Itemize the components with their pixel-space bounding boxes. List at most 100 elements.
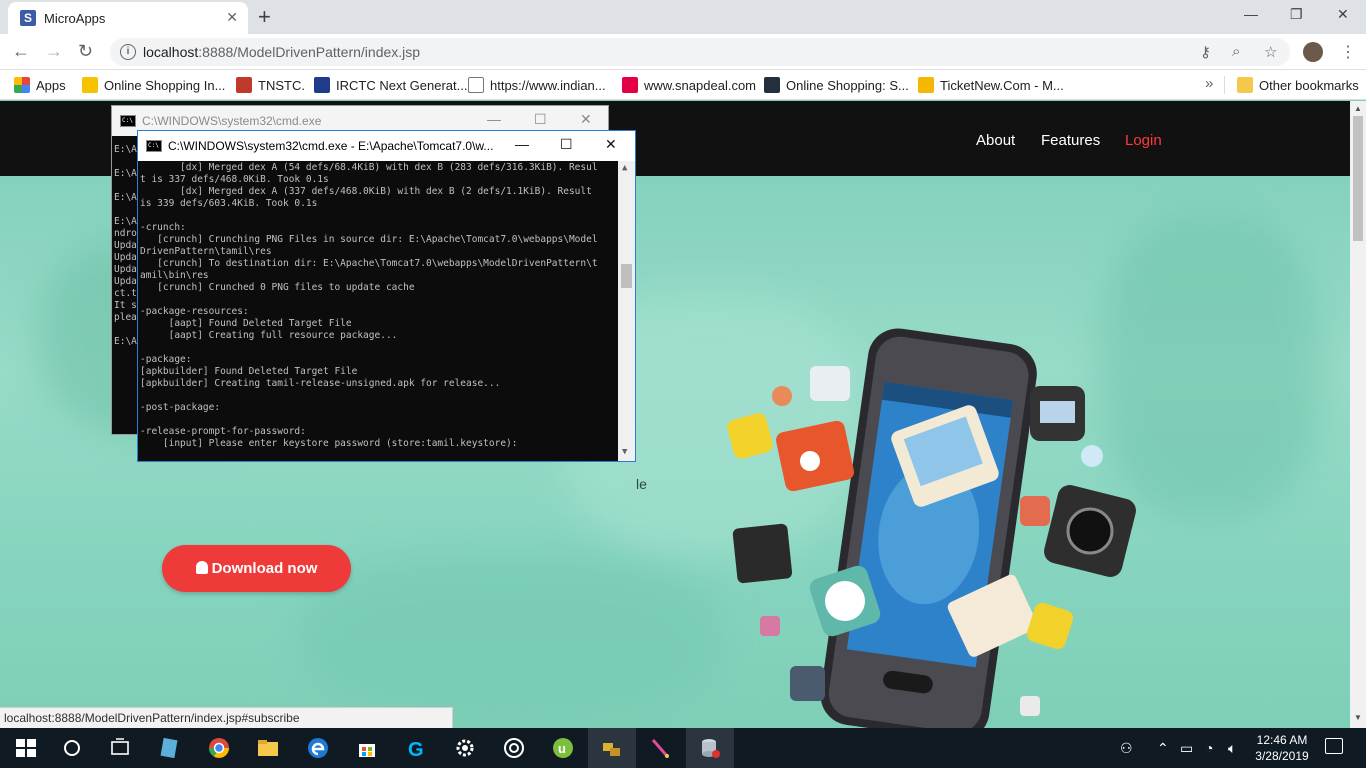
volume-icon[interactable]: 🔈︎ — [1228, 740, 1236, 757]
edge-icon[interactable] — [306, 736, 330, 760]
browser-tab-strip: S MicroApps ✕ + — ❐ ✕ — [0, 0, 1366, 34]
url-text[interactable]: localhost:8888/ModelDrivenPattern/index.… — [143, 44, 420, 60]
bookmark-flipkart[interactable]: Online Shopping In... — [82, 77, 225, 93]
download-now-button[interactable]: Download now — [162, 545, 351, 592]
windows-taskbar: G u ⚇ ⌃ ▭ ◔ 🔈︎ 12:46 AM 3/28/2019 — [0, 728, 1366, 768]
chrome-icon[interactable] — [207, 736, 231, 760]
task-view-icon[interactable] — [108, 736, 132, 760]
ticketnew-icon — [918, 77, 934, 93]
cmd-window-foreground[interactable]: C:\ C:\WINDOWS\system32\cmd.exe - E:\Apa… — [137, 130, 636, 462]
store-icon[interactable] — [355, 736, 379, 760]
windows-start-icon[interactable] — [14, 736, 38, 760]
bookmarks-bar: Apps Online Shopping In... TNSTC. IRCTC … — [0, 70, 1366, 100]
bg-blur — [300, 556, 720, 716]
minimize-icon[interactable]: — — [487, 111, 501, 127]
filezilla-icon[interactable] — [600, 736, 624, 760]
settings-gear-icon[interactable] — [453, 736, 477, 760]
bookmark-divider — [1224, 76, 1225, 94]
cmd-output: [dx] Merged dex A (54 defs/68.4KiB) with… — [140, 162, 598, 449]
cmd-title: C:\WINDOWS\system32\cmd.exe — [142, 114, 322, 128]
nav-features[interactable]: Features — [1041, 132, 1100, 149]
cmd-scrollbar[interactable]: ▲ ▼ — [618, 161, 635, 461]
scrollbar-thumb[interactable] — [1353, 116, 1363, 241]
cmd-icon: C:\ — [146, 140, 162, 152]
bookmark-tnstc[interactable]: TNSTC. — [236, 77, 305, 93]
address-bar[interactable]: i localhost:8888/ModelDrivenPattern/inde… — [110, 38, 1290, 66]
flipkart-icon — [82, 77, 98, 93]
people-icon[interactable]: ⚇ — [1120, 740, 1133, 757]
clock-date: 3/28/2019 — [1255, 749, 1309, 763]
restore-icon[interactable]: ❐ — [1290, 6, 1303, 23]
scroll-down-icon[interactable]: ▼ — [622, 447, 627, 457]
browser-tab[interactable]: S MicroApps ✕ — [8, 2, 248, 34]
scroll-up-icon[interactable]: ▲ — [622, 163, 627, 173]
bookmark-star-icon[interactable]: ☆ — [1264, 43, 1277, 61]
android-icon — [195, 561, 208, 574]
tab-title: MicroApps — [44, 11, 106, 26]
forward-icon[interactable]: → — [45, 41, 63, 62]
key-icon[interactable]: ⚷ — [1200, 43, 1211, 61]
profile-avatar[interactable] — [1303, 42, 1323, 62]
action-center-icon[interactable] — [1325, 738, 1343, 754]
system-clock[interactable]: 12:46 AM 3/28/2019 — [1250, 732, 1314, 764]
close-window-icon[interactable]: ✕ — [580, 111, 592, 128]
bookmark-ticketnew[interactable]: TicketNew.Com - M... — [918, 77, 1064, 93]
svg-text:u: u — [558, 741, 566, 756]
scroll-up-icon[interactable]: ▲ — [1354, 104, 1362, 113]
browser-toolbar: ← → ↻ i localhost:8888/ModelDrivenPatter… — [0, 34, 1366, 70]
reload-icon[interactable]: ↻ — [78, 41, 93, 62]
more-bookmarks-icon[interactable]: » — [1205, 75, 1213, 92]
phone-apps-illustration — [727, 328, 1136, 728]
scrollbar-thumb[interactable] — [621, 264, 632, 288]
bookmark-irctc[interactable]: IRCTC Next Generat... — [314, 77, 467, 93]
maximize-icon[interactable]: ☐ — [560, 136, 573, 153]
zoom-icon[interactable]: ⌕ — [1232, 43, 1240, 60]
bookmark-apps[interactable]: Apps — [14, 77, 66, 93]
folder-icon — [1237, 77, 1253, 93]
minimize-icon[interactable]: — — [515, 136, 529, 152]
desktop-screen: S MicroApps ✕ + — ❐ ✕ ← → ↻ i localhost:… — [0, 0, 1366, 768]
file-explorer-icon[interactable] — [256, 736, 280, 760]
media-player-icon[interactable] — [502, 736, 526, 760]
nav-login[interactable]: Login — [1125, 132, 1162, 149]
back-icon[interactable]: ← — [12, 41, 30, 62]
snapdeal-icon — [622, 77, 638, 93]
scroll-down-icon[interactable]: ▼ — [1354, 713, 1362, 722]
svg-text:G: G — [408, 739, 424, 760]
cmd-titlebar[interactable]: C:\ C:\WINDOWS\system32\cmd.exe - E:\Apa… — [138, 131, 635, 161]
link-status-bubble: localhost:8888/ModelDrivenPattern/index.… — [0, 707, 453, 728]
show-hidden-icons[interactable]: ⌃ — [1157, 740, 1169, 757]
cmd-title: C:\WINDOWS\system32\cmd.exe - E:\Apache\… — [168, 139, 494, 153]
tab-close-icon[interactable]: ✕ — [226, 9, 238, 26]
minimize-icon[interactable]: — — [1244, 6, 1258, 22]
close-window-icon[interactable]: ✕ — [1337, 6, 1349, 23]
other-bookmarks[interactable]: Other bookmarks — [1237, 77, 1359, 93]
page-icon — [468, 77, 484, 93]
nav-about[interactable]: About — [976, 132, 1015, 149]
wifi-icon[interactable]: ◔ — [1205, 740, 1213, 756]
hero-text: le — [636, 476, 647, 492]
clock-time: 12:46 AM — [1256, 733, 1308, 747]
bookmark-snapdeal[interactable]: www.snapdeal.com — [622, 77, 756, 93]
cortana-search-icon[interactable] — [60, 736, 84, 760]
logitech-icon[interactable]: G — [404, 736, 428, 760]
utorrent-icon[interactable]: u — [551, 736, 575, 760]
site-favicon-icon: S — [20, 10, 36, 26]
maximize-icon[interactable]: ☐ — [534, 111, 547, 128]
bookmark-indian[interactable]: https://www.indian... — [468, 77, 606, 93]
cmd-icon: C:\ — [120, 115, 136, 127]
paint-icon[interactable] — [649, 736, 673, 760]
site-info-icon[interactable]: i — [120, 44, 136, 60]
app-notepad-icon[interactable] — [157, 736, 181, 760]
chrome-menu-icon[interactable]: ⋮ — [1340, 42, 1356, 62]
battery-icon[interactable]: ▭ — [1180, 740, 1193, 757]
cmd-output: E:\A E:\A E:\A E:\A ndro Upda Upda Upda … — [114, 144, 137, 347]
apps-grid-icon — [14, 77, 30, 93]
irctc-icon — [314, 77, 330, 93]
database-icon[interactable] — [698, 736, 722, 760]
bookmark-amazon[interactable]: Online Shopping: S... — [764, 77, 909, 93]
close-window-icon[interactable]: ✕ — [605, 136, 617, 153]
new-tab-icon[interactable]: + — [258, 4, 271, 30]
page-scrollbar[interactable]: ▲ ▼ — [1350, 101, 1366, 728]
tnstc-icon — [236, 77, 252, 93]
